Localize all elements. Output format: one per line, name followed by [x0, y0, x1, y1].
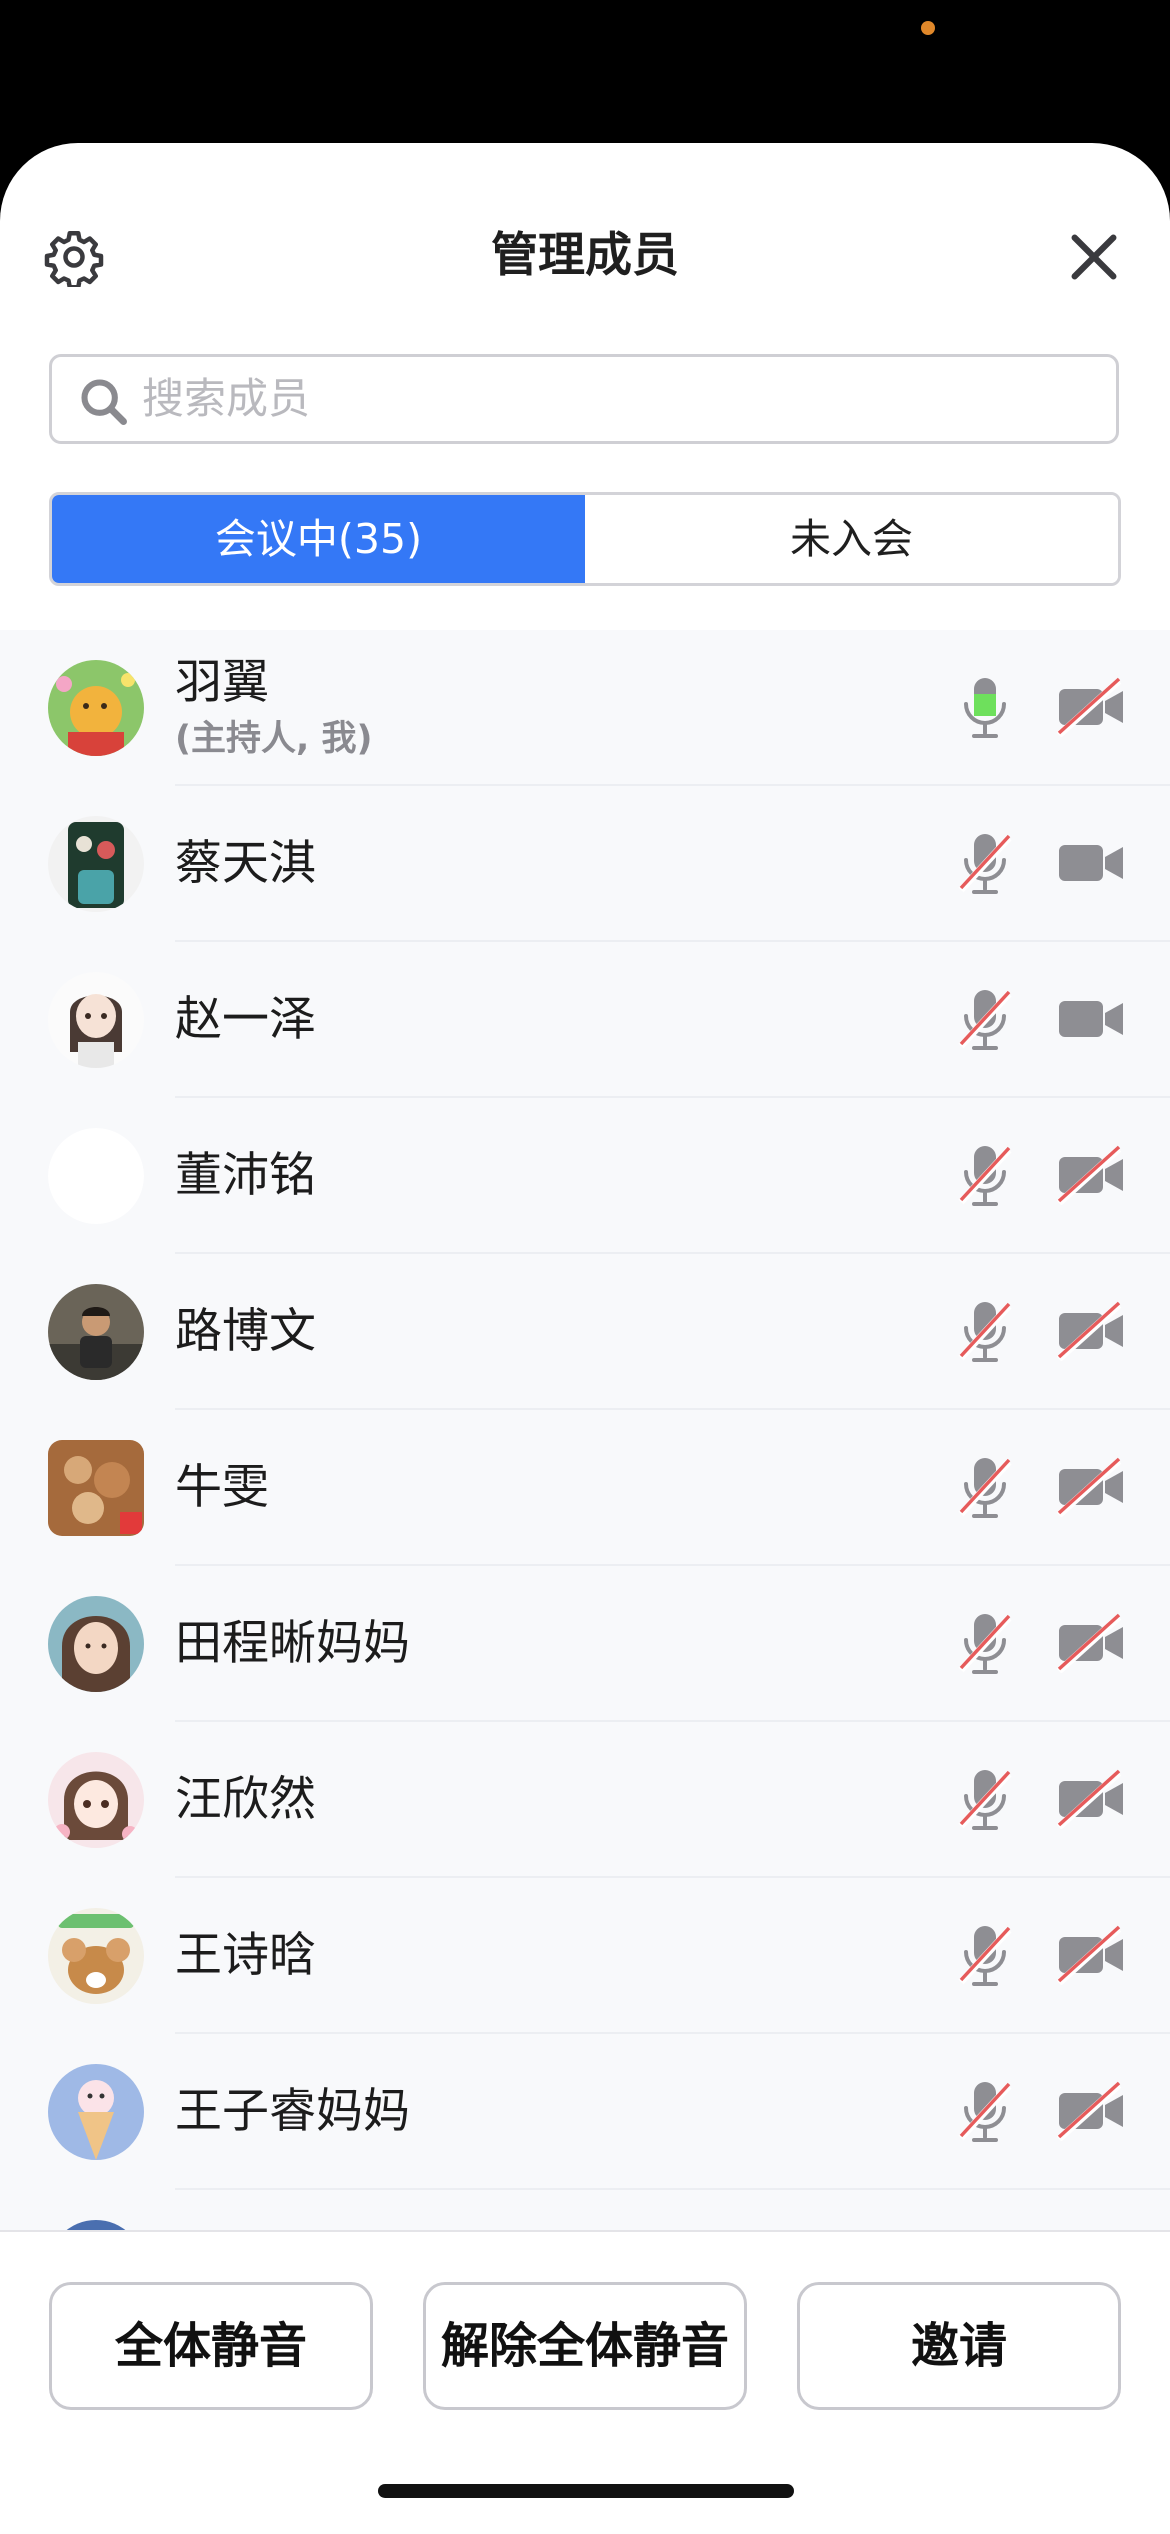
list-item[interactable]: 王子睿妈妈	[0, 2034, 1170, 2190]
camera-off-icon[interactable]	[1057, 1769, 1127, 1829]
member-name: 赵一泽	[175, 992, 316, 1047]
list-item[interactable]: 董沛铭	[0, 1098, 1170, 1254]
avatar	[48, 660, 144, 756]
member-name: 王子睿妈妈	[175, 2084, 410, 2139]
mic-off-icon[interactable]	[955, 1766, 1015, 1836]
member-name: 董沛铭	[175, 1148, 316, 1203]
header: 管理成员	[0, 143, 1170, 373]
list-item[interactable]: 汪欣然	[0, 1722, 1170, 1878]
avatar	[48, 1908, 144, 2004]
tab-not-joined[interactable]: 未入会	[585, 495, 1118, 583]
avatar	[48, 2220, 144, 2230]
list-item[interactable]: 赵一泽	[0, 942, 1170, 1098]
mic-off-icon[interactable]	[955, 1922, 1015, 1992]
member-name: 路博文	[175, 1304, 316, 1359]
tab-in-meeting[interactable]: 会议中(35)	[52, 495, 585, 583]
member-tabs: 会议中(35) 未入会	[49, 492, 1121, 586]
avatar	[48, 2064, 144, 2160]
list-item[interactable]: 田程晰妈妈	[0, 1566, 1170, 1722]
close-icon[interactable]	[1065, 228, 1123, 286]
avatar	[48, 1284, 144, 1380]
search-input[interactable]: 搜索成员	[49, 354, 1119, 444]
camera-on-icon[interactable]	[1057, 833, 1127, 893]
mic-off-icon[interactable]	[955, 2078, 1015, 2148]
mic-on-icon[interactable]	[955, 674, 1015, 744]
list-item[interactable]: 蔡天淇	[0, 786, 1170, 942]
avatar	[48, 1128, 144, 1224]
list-item[interactable]: 路博文	[0, 1254, 1170, 1410]
avatar	[48, 1596, 144, 1692]
avatar	[48, 1752, 144, 1848]
unmute-all-button[interactable]: 解除全体静音	[423, 2282, 747, 2410]
member-role: (主持人, 我)	[175, 719, 373, 759]
mic-off-icon[interactable]	[955, 830, 1015, 900]
search-icon	[81, 379, 127, 425]
avatar	[48, 1440, 144, 1536]
member-name: 羽翼	[175, 655, 269, 710]
avatar	[48, 972, 144, 1068]
camera-on-icon[interactable]	[1057, 989, 1127, 1049]
mute-all-button[interactable]: 全体静音	[49, 2282, 373, 2410]
camera-off-icon[interactable]	[1057, 2081, 1127, 2141]
camera-off-icon[interactable]	[1057, 677, 1127, 737]
list-item[interactable]	[0, 2190, 1170, 2230]
avatar	[48, 816, 144, 912]
mic-off-icon[interactable]	[955, 1454, 1015, 1524]
member-name: 牛雯	[175, 1460, 269, 1515]
list-item[interactable]: 牛雯	[0, 1410, 1170, 1566]
mic-off-icon[interactable]	[955, 986, 1015, 1056]
member-list[interactable]: 羽翼 (主持人, 我) 蔡天淇 赵一泽 董沛铭 路博文 牛雯 田程晰妈妈 汪欣然…	[0, 630, 1170, 2230]
member-name: 蔡天淇	[175, 836, 316, 891]
camera-off-icon[interactable]	[1057, 1457, 1127, 1517]
camera-off-icon[interactable]	[1057, 1301, 1127, 1361]
camera-off-icon[interactable]	[1057, 1925, 1127, 1985]
status-indicator-dot	[921, 21, 935, 35]
home-indicator[interactable]	[378, 2484, 794, 2498]
camera-off-icon[interactable]	[1057, 1613, 1127, 1673]
search-placeholder: 搜索成员	[142, 374, 311, 423]
list-item[interactable]: 羽翼 (主持人, 我)	[0, 630, 1170, 786]
member-name: 王诗晗	[175, 1928, 316, 1983]
list-item[interactable]: 王诗晗	[0, 1878, 1170, 2034]
member-name: 汪欣然	[175, 1772, 316, 1827]
member-name: 田程晰妈妈	[175, 1616, 410, 1671]
mic-off-icon[interactable]	[955, 1298, 1015, 1368]
invite-button[interactable]: 邀请	[797, 2282, 1121, 2410]
mic-off-icon[interactable]	[955, 1610, 1015, 1680]
camera-off-icon[interactable]	[1057, 1145, 1127, 1205]
mic-off-icon[interactable]	[955, 1142, 1015, 1212]
page-title: 管理成员	[491, 228, 679, 283]
